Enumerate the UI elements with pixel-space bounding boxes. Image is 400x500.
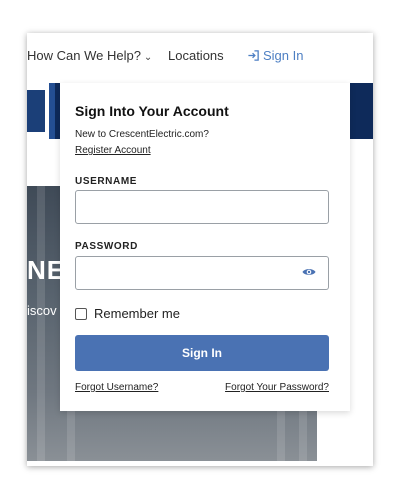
remember-me-row[interactable]: Remember me xyxy=(75,306,180,321)
forgot-username-link[interactable]: Forgot Username? xyxy=(75,382,158,393)
chevron-down-icon: ⌄ xyxy=(143,52,153,63)
username-label: USERNAME xyxy=(75,176,138,187)
nav-help-menu[interactable]: How Can We Help? ⌄ xyxy=(27,48,152,63)
logo-mark xyxy=(27,90,45,132)
show-password-button[interactable] xyxy=(290,256,329,290)
nav-sign-in-link[interactable]: Sign In xyxy=(247,48,303,65)
top-navbar: How Can We Help? ⌄ Locations Sign In xyxy=(27,33,373,81)
sign-in-dropdown: Sign Into Your Account New to CrescentEl… xyxy=(60,83,350,411)
new-customer-text: New to CrescentElectric.com? xyxy=(75,129,209,140)
nav-locations-link[interactable]: Locations xyxy=(168,48,224,63)
sign-in-icon xyxy=(247,49,260,65)
popup-title: Sign Into Your Account xyxy=(75,103,229,119)
remember-me-checkbox[interactable] xyxy=(75,307,87,320)
sign-in-button[interactable]: Sign In xyxy=(75,335,329,371)
hero-subtext: iscov xyxy=(27,303,57,318)
username-input[interactable] xyxy=(75,190,329,224)
browser-viewport: How Can We Help? ⌄ Locations Sign In NE i… xyxy=(27,33,373,466)
password-label: PASSWORD xyxy=(75,241,138,252)
password-input[interactable] xyxy=(75,256,291,290)
nav-sign-in-label: Sign In xyxy=(263,48,304,63)
nav-help-label: How Can We Help? xyxy=(27,48,141,63)
forgot-password-link[interactable]: Forgot Your Password? xyxy=(225,382,329,393)
register-account-link[interactable]: Register Account xyxy=(75,145,151,156)
eye-icon xyxy=(302,264,316,282)
remember-me-label: Remember me xyxy=(94,306,180,321)
